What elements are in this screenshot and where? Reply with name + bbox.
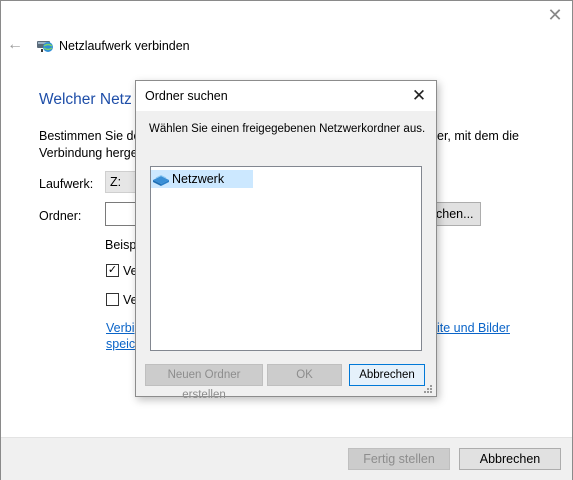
dialog-title: Ordner suchen xyxy=(145,89,228,103)
resize-grip-icon[interactable] xyxy=(423,384,433,394)
dialog-message: Wählen Sie einen freigegebenen Netzwerko… xyxy=(149,123,426,135)
drive-select[interactable]: Z: xyxy=(105,171,139,193)
browse-button[interactable]: chen... xyxy=(436,202,481,226)
folder-tree[interactable] xyxy=(150,166,422,351)
other-credentials-checkbox[interactable] xyxy=(106,293,119,306)
tree-item-label: Netzwerk xyxy=(172,172,225,186)
back-arrow-icon[interactable]: ← xyxy=(7,36,23,54)
description-right-fragment: er, mit dem die xyxy=(437,129,519,143)
network-icon xyxy=(153,174,169,186)
example-text: Beisp xyxy=(105,238,137,252)
new-folder-button[interactable]: Neuen Ordner erstellen xyxy=(145,364,263,401)
folder-input[interactable] xyxy=(105,202,137,226)
folder-label: Ordner: xyxy=(39,209,82,223)
description-line-1: Bestimmen Sie de xyxy=(39,129,141,143)
reconnect-checkbox[interactable]: ✓ xyxy=(106,264,119,277)
dialog-cancel-button[interactable]: Abbrechen xyxy=(349,364,425,386)
window-title: Netzlaufwerk verbinden xyxy=(59,39,190,53)
website-link-line-2[interactable]: speic xyxy=(106,336,135,352)
dialog-close-icon[interactable]: ✕ xyxy=(409,86,429,106)
cancel-button[interactable]: Abbrechen xyxy=(459,448,561,470)
website-link-line-1[interactable]: Verbi xyxy=(106,320,135,336)
drive-label: Laufwerk: xyxy=(39,177,94,191)
ok-button[interactable]: OK xyxy=(267,364,342,386)
website-link-right-fragment[interactable]: ite und Bilder xyxy=(437,320,510,336)
close-icon[interactable]: ✕ xyxy=(545,5,565,25)
description-line-2: Verbindung herge xyxy=(39,146,138,160)
page-heading: Welcher Netz xyxy=(39,91,132,108)
network-drive-icon xyxy=(37,41,53,52)
finish-button[interactable]: Fertig stellen xyxy=(348,448,450,470)
